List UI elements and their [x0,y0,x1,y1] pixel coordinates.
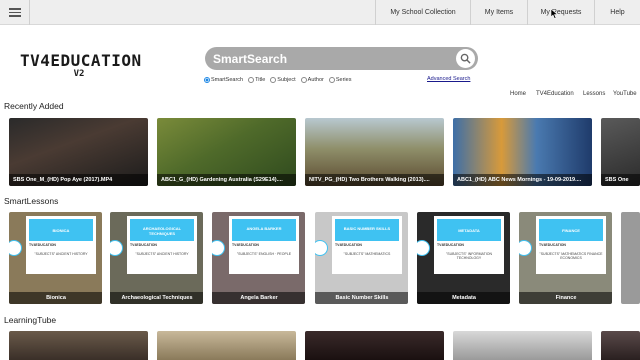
video-card[interactable] [9,331,148,360]
lesson-panel: BASIC NUMBER SKILLS "SUBJECTS" MATHEMATI… [332,216,402,274]
radio-icon [328,77,335,83]
lesson-title: Bionica [9,292,102,304]
radio-label: Series [335,77,352,83]
logo-title: TV4EDUCATION [20,51,142,70]
lesson-title: Basic Number Skills [315,292,408,304]
radio-author[interactable]: Author [300,77,324,83]
video-card[interactable]: ABC1_(HD) ABC News Mornings - 19-09-2019… [453,118,592,186]
video-card[interactable]: ABC1_G_(HD) Gardening Australia (S29E14)… [157,118,296,186]
search-button[interactable] [456,49,475,68]
nav-help[interactable]: Help [594,0,640,25]
lesson-brand: TV4EDUCATION [232,243,259,247]
lesson-title: Finance [519,292,612,304]
lesson-title: Archaeological Techniques [110,292,203,304]
subnav-youtube[interactable]: YouTube [613,91,637,97]
video-card[interactable] [601,331,640,360]
video-card[interactable]: SBS One_M_(HD) Pop Aye (2017).MP4 [9,118,148,186]
radio-label: SmartSearch [211,77,244,83]
section-title-recently-added: Recently Added [4,101,64,111]
hamburger-icon[interactable] [0,0,30,25]
lesson-brand: TV4EDUCATION [437,243,464,247]
lesson-brand: TV4EDUCATION [335,243,362,247]
lesson-card[interactable] [621,212,640,304]
lesson-banner: BIONICA [29,219,93,241]
search-icon [460,53,471,64]
radio-label: Title [255,77,266,83]
lesson-banner: ARCHAEOLOGICAL TECHNIQUES [130,219,194,241]
radio-selected-icon [204,77,210,83]
lesson-panel: ARCHAEOLOGICAL TECHNIQUES "SUBJECTS" ANC… [127,216,197,274]
lesson-brand: TV4EDUCATION [130,243,157,247]
lesson-card[interactable]: BASIC NUMBER SKILLS "SUBJECTS" MATHEMATI… [315,212,408,304]
video-title: ABC1_(HD) ABC News Mornings - 19-09-2019… [453,174,592,186]
lesson-banner: METADATA [437,219,501,241]
lesson-subjects: "SUBJECTS" ANCIENT HISTORY [34,252,88,256]
video-card[interactable]: NITV_PG_(HD) Two Brothers Walking (2013)… [305,118,444,186]
subnav-tv4education[interactable]: TV4Education [536,91,574,97]
video-title: ABC1_G_(HD) Gardening Australia (S29E14)… [157,174,296,186]
section-title-smartlessons: SmartLessons [4,196,59,206]
lesson-panel: BIONICA "SUBJECTS" ANCIENT HISTORY TV4ED… [26,216,96,274]
section-title-learningtube: LearningTube [4,315,57,325]
brand-badge-icon [417,240,430,256]
lesson-title: Metadata [417,292,510,304]
lesson-subjects: "SUBJECTS" ANCIENT HISTORY [135,252,189,256]
search-input[interactable] [213,50,453,67]
lesson-subjects: "SUBJECTS" MATHEMATICS FINANCE ECONOMICS [539,252,603,260]
lesson-title: Angela Barker [212,292,305,304]
nav-my-items[interactable]: My Items [470,0,527,25]
mouse-cursor-icon [551,9,558,19]
radio-icon [248,77,255,83]
brand-badge-icon [212,240,225,256]
brand-badge-icon [110,240,123,256]
logo-version: V2 [73,69,85,79]
search-type-options: SmartSearch Title Subject Author Series [204,75,356,85]
nav-my-requests[interactable]: My Requests [527,0,594,25]
top-bar: My School Collection My Items My Request… [0,0,640,25]
video-card[interactable]: SBS One [601,118,640,186]
lesson-banner: BASIC NUMBER SKILLS [335,219,399,241]
radio-icon [300,77,307,83]
advanced-search-link[interactable]: Advanced Search [427,76,470,82]
subnav-home[interactable]: Home [510,91,526,97]
lesson-subjects: "SUBJECTS" INFORMATION TECHNOLOGY [446,252,492,260]
lesson-panel: METADATA "SUBJECTS" INFORMATION TECHNOLO… [434,216,504,274]
brand-badge-icon [519,240,532,256]
video-card[interactable] [453,331,592,360]
lesson-panel: ANGELA BARKER "SUBJECTS" ENGLISH · PEOPL… [229,216,299,274]
radio-smartsearch[interactable]: SmartSearch [204,77,243,83]
radio-label: Author [307,77,324,83]
lesson-brand: TV4EDUCATION [539,243,566,247]
site-logo[interactable]: TV4EDUCATION V2 [20,51,142,79]
lesson-subjects: "SUBJECTS" ENGLISH · PEOPLE [236,252,292,256]
nav-my-school-collection[interactable]: My School Collection [375,0,470,25]
radio-subject[interactable]: Subject [270,77,296,83]
radio-icon [270,77,277,83]
video-card[interactable] [305,331,444,360]
subnav-lessons[interactable]: Lessons [583,91,605,97]
video-title: NITV_PG_(HD) Two Brothers Walking (2013)… [305,174,444,186]
search-bar [205,47,478,70]
video-card[interactable] [157,331,296,360]
lesson-card[interactable]: ARCHAEOLOGICAL TECHNIQUES "SUBJECTS" ANC… [110,212,203,304]
radio-label: Subject [277,77,296,83]
smartlessons-row: BIONICA "SUBJECTS" ANCIENT HISTORY TV4ED… [0,212,640,306]
lesson-card[interactable]: ANGELA BARKER "SUBJECTS" ENGLISH · PEOPL… [212,212,305,304]
radio-series[interactable]: Series [328,77,352,83]
lesson-brand: TV4EDUCATION [29,243,56,247]
lesson-card[interactable]: FINANCE "SUBJECTS" MATHEMATICS FINANCE E… [519,212,612,304]
lesson-banner: FINANCE [539,219,603,241]
lesson-banner: ANGELA BARKER [232,219,296,241]
lesson-panel: FINANCE "SUBJECTS" MATHEMATICS FINANCE E… [536,216,606,274]
radio-title[interactable]: Title [248,77,265,83]
video-title: SBS One [601,174,640,186]
lesson-card[interactable]: BIONICA "SUBJECTS" ANCIENT HISTORY TV4ED… [9,212,102,304]
lesson-card[interactable]: METADATA "SUBJECTS" INFORMATION TECHNOLO… [417,212,510,304]
brand-badge-icon [315,240,328,256]
video-title: SBS One_M_(HD) Pop Aye (2017).MP4 [9,174,148,186]
brand-badge-icon [9,240,22,256]
lesson-subjects: "SUBJECTS" MATHEMATICS [343,252,391,256]
